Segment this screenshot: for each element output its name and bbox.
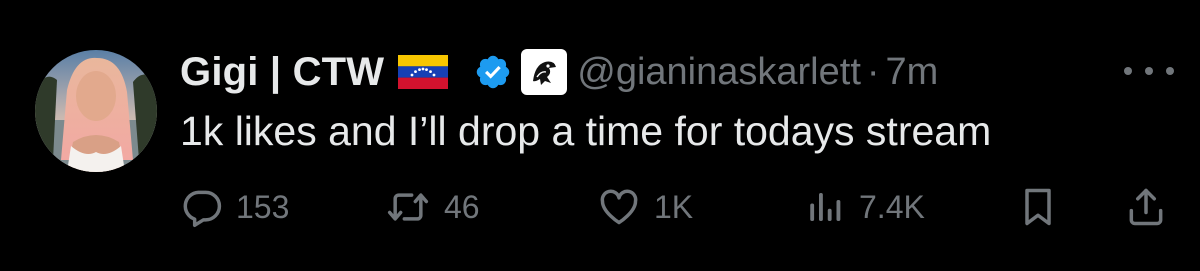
- retweet-count: 46: [444, 188, 480, 225]
- timestamp[interactable]: 7m: [886, 51, 939, 94]
- reply-icon: [180, 185, 224, 229]
- like-button[interactable]: 1K: [596, 180, 693, 234]
- like-count: 1K: [654, 188, 694, 225]
- more-options-icon[interactable]: [1124, 56, 1174, 86]
- tweet-text: 1k likes and I’ll drop a time for todays…: [180, 108, 992, 154]
- bookmark-icon: [1016, 184, 1060, 230]
- tweet-header: Gigi | CTW @gianinaskarlett · 7m: [180, 44, 938, 100]
- more-dot: [1145, 67, 1153, 75]
- reply-button[interactable]: 153: [180, 180, 289, 234]
- view-count: 7.4K: [859, 188, 925, 225]
- venezuela-flag-icon: [398, 55, 449, 89]
- retweet-button[interactable]: 46: [384, 180, 480, 234]
- retweet-icon: [384, 185, 432, 229]
- more-dot: [1166, 67, 1174, 75]
- author-name[interactable]: Gigi | CTW: [180, 50, 384, 95]
- blue-verified-badge-icon[interactable]: [474, 53, 512, 91]
- analytics-icon: [805, 185, 847, 229]
- more-dot: [1124, 67, 1132, 75]
- tweet[interactable]: Gigi | CTW @gianinaskarlett · 7m 1k like…: [0, 0, 1200, 271]
- share-icon: [1124, 184, 1168, 230]
- author-handle[interactable]: @gianinaskarlett: [577, 51, 861, 94]
- share-button[interactable]: [1124, 180, 1168, 234]
- separator-dot: ·: [866, 50, 880, 93]
- heart-icon: [596, 185, 642, 229]
- affiliate-logo-icon[interactable]: [521, 49, 568, 95]
- reply-count: 153: [236, 188, 290, 225]
- avatar[interactable]: [35, 50, 157, 172]
- views-button[interactable]: 7.4K: [805, 180, 925, 234]
- bookmark-button[interactable]: [1016, 180, 1060, 234]
- tweet-actions: 153 46 1K 7.4K: [180, 180, 1170, 234]
